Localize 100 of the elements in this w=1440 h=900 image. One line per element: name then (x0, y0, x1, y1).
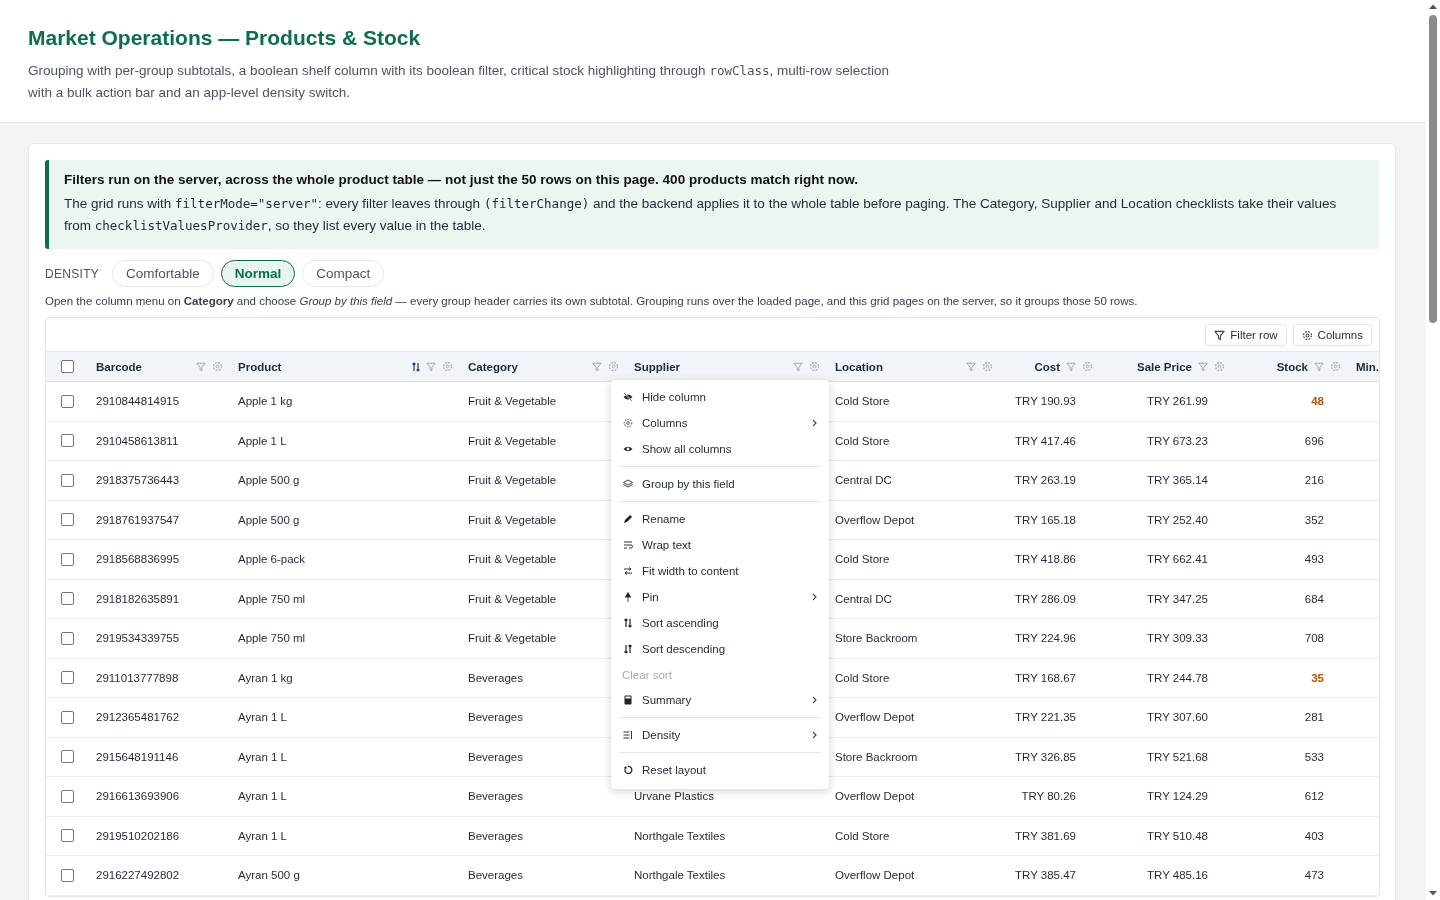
table-cell: TRY 418.86 (1015, 553, 1076, 566)
column-header[interactable]: Cost (1008, 360, 1060, 373)
row-checkbox[interactable] (61, 671, 74, 685)
table-cell: Ayran 500 g (238, 869, 300, 882)
table-cell: Fruit & Vegetable (468, 513, 557, 526)
table-cell: Cold Store (835, 553, 890, 566)
row-checkbox[interactable] (61, 750, 74, 764)
row-checkbox[interactable] (61, 394, 74, 408)
table-cell: Ayran 1 L (238, 829, 287, 842)
table-cell: Ayran 1 L (238, 711, 287, 724)
menu-item[interactable]: Rename (619, 506, 821, 532)
page-description: Grouping with per-group subtotals, a boolean shelf column with its boolean filter, critical stock highlighting through rowClass, multi-row selection with a bulk action bar and an app-level density switch. (28, 62, 890, 102)
row-checkbox[interactable] (61, 434, 74, 448)
menu-item[interactable]: Reset layout (619, 757, 821, 783)
table-cell: Overflow Depot (835, 513, 915, 526)
table-cell: Central DC (835, 474, 892, 487)
density-option[interactable]: Compact (302, 260, 385, 287)
scrollbar-thumb[interactable] (1429, 15, 1437, 323)
table-cell: Northgale Textiles (634, 869, 726, 882)
table-cell: 2910844814915 (96, 395, 180, 408)
sort-icon[interactable] (412, 361, 420, 372)
column-header[interactable]: Product (238, 360, 406, 373)
reset-icon (623, 765, 633, 775)
menu-item[interactable]: Columns (619, 410, 821, 436)
table-cell: Apple 6-pack (238, 553, 306, 566)
row-checkbox[interactable] (61, 631, 74, 645)
filter-icon (1214, 329, 1226, 341)
density-option[interactable]: Normal (220, 260, 296, 287)
menu-item[interactable]: Show all columns (619, 436, 821, 462)
table-cell: 2918568836995 (96, 553, 180, 566)
row-checkbox[interactable] (61, 868, 74, 882)
table-cell: Cold Store (835, 434, 890, 447)
table-cell: Beverages (468, 869, 523, 882)
table-cell: Urvane Plastics (634, 790, 714, 803)
notice-heading: Filters run on the server, across the whole product table — not just the 50 rows on this page. 400 products match right now. (64, 172, 859, 187)
menu-item[interactable]: Pin (619, 584, 821, 610)
table-cell: 352 (1304, 513, 1324, 526)
scroll-down-arrow-icon[interactable] (1428, 889, 1438, 897)
eye-icon (623, 444, 633, 454)
table-cell: 2912365481762 (96, 711, 180, 724)
menu-item[interactable]: Density (619, 722, 821, 748)
row-checkbox[interactable] (61, 473, 74, 487)
notice-text: The grid runs with filterMode="server": every filter leaves through (filterChange) and the backend applies it to the whole table before paging. The Category, Supplier and Location checklists take their values from checklistValuesProvider, so they list every value in the table. (64, 195, 1338, 235)
row-checkbox[interactable] (61, 789, 74, 803)
table-cell: TRY 263.19 (1015, 474, 1076, 487)
column-header[interactable]: Min. (1356, 360, 1379, 373)
table-cell: 493 (1304, 553, 1324, 566)
table-cell: Fruit & Vegetable (468, 553, 557, 566)
table-cell: Beverages (468, 671, 523, 684)
menu-item[interactable]: Fit width to content (619, 558, 821, 584)
table-cell: TRY 309.33 (1147, 632, 1208, 645)
sort-descending-icon (623, 644, 633, 654)
table-cell: TRY 307.60 (1147, 711, 1208, 724)
table-cell: 2916227492802 (96, 869, 180, 882)
table-cell: Cold Store (835, 671, 890, 684)
menu-item[interactable]: Wrap text (619, 532, 821, 558)
table-cell: 2918761937547 (96, 513, 180, 526)
table-cell: 2910458613811 (96, 434, 179, 447)
column-header[interactable]: Location (835, 360, 960, 373)
row-checkbox[interactable] (61, 592, 74, 606)
table-cell: Central DC (835, 592, 892, 605)
table-cell: TRY 673.23 (1147, 434, 1208, 447)
table-cell: Cold Store (835, 829, 890, 842)
columns-button[interactable]: Columns (1292, 324, 1372, 346)
select-all-checkbox[interactable] (61, 360, 74, 373)
column-header[interactable]: Sale Price (1108, 360, 1192, 373)
table-cell: Apple 750 ml (238, 592, 306, 605)
menu-item[interactable]: Sort ascending (619, 610, 821, 636)
table-cell: Ayran 1 L (238, 790, 287, 803)
table-cell: 2918182635891 (96, 592, 180, 605)
table-cell: Beverages (468, 790, 523, 803)
table-cell: TRY 381.69 (1015, 829, 1076, 842)
row-checkbox[interactable] (61, 513, 74, 527)
menu-item[interactable]: Sort descending (619, 636, 821, 662)
table-cell: 708 (1304, 632, 1324, 645)
column-header[interactable]: Stock (1240, 360, 1308, 373)
table-cell: 473 (1304, 869, 1324, 882)
table-cell: Fruit & Vegetable (468, 434, 557, 447)
table-cell: TRY 662.41 (1147, 553, 1208, 566)
column-header[interactable]: Supplier (634, 360, 787, 373)
row-checkbox[interactable] (61, 710, 74, 724)
density-option[interactable]: Comfortable (112, 260, 214, 287)
table-cell: TRY 124.29 (1147, 790, 1208, 803)
table-cell: 684 (1304, 592, 1324, 605)
row-checkbox[interactable] (61, 829, 74, 843)
table-cell: Fruit & Vegetable (468, 592, 557, 605)
row-checkbox[interactable] (61, 552, 74, 566)
filter-row-button[interactable]: Filter row (1205, 324, 1287, 346)
hint-text: Open the column menu on Category and choose Group by this field — every group header carries its own subtotal. Grouping runs over the loaded page, and this grid pages on the server, so it groups those 50 rows. (45, 295, 1139, 307)
menu-item[interactable]: Summary (619, 687, 821, 713)
table-cell: TRY 168.67 (1015, 671, 1076, 684)
scroll-up-arrow-icon[interactable] (1428, 3, 1438, 11)
table-cell: TRY 244.78 (1147, 671, 1208, 684)
table-cell: Overflow Depot (835, 790, 915, 803)
menu-item[interactable]: Hide column (619, 384, 821, 410)
column-header[interactable]: Barcode (96, 360, 190, 373)
column-header[interactable]: Category (468, 360, 586, 373)
menu-item[interactable]: Group by this field (619, 471, 821, 497)
table-cell: TRY 326.85 (1015, 750, 1076, 763)
table-cell: Apple 500 g (238, 474, 300, 487)
